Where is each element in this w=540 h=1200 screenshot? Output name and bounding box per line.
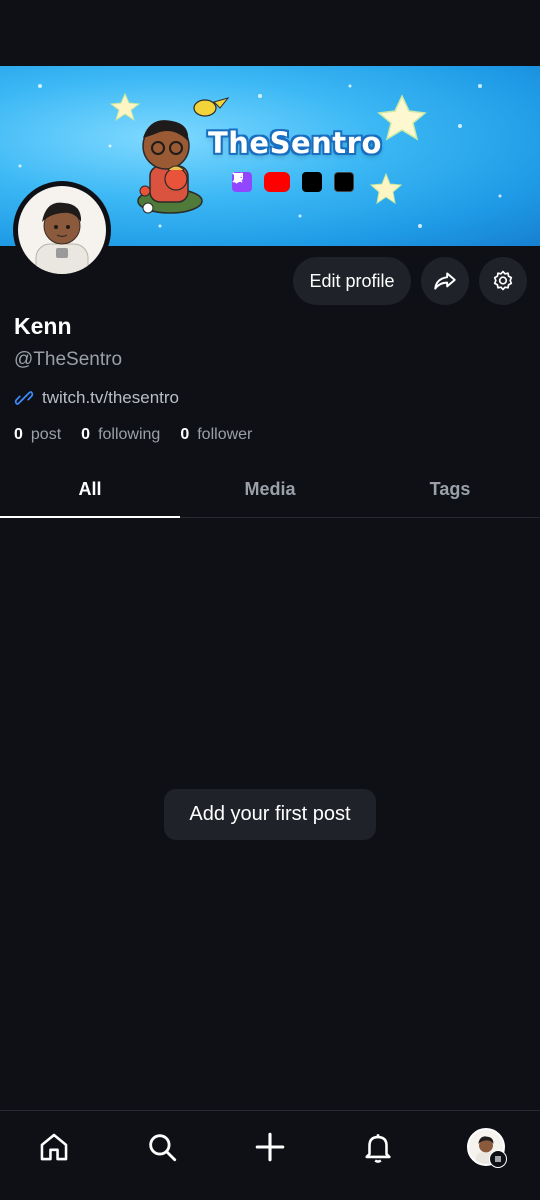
nav-search[interactable] bbox=[135, 1119, 189, 1175]
stat-followers-count: 0 bbox=[180, 426, 190, 443]
stat-posts[interactable]: 0 post bbox=[14, 426, 61, 444]
plus-icon bbox=[255, 1132, 285, 1162]
profile-link[interactable]: twitch.tv/thesentro bbox=[14, 388, 179, 408]
share-icon bbox=[434, 272, 456, 290]
nav-home[interactable] bbox=[27, 1119, 81, 1175]
nav-profile[interactable] bbox=[459, 1119, 513, 1175]
stat-posts-label: post bbox=[30, 426, 62, 443]
stat-following-label: following bbox=[98, 426, 161, 443]
youtube-icon bbox=[234, 172, 290, 192]
bell-icon bbox=[365, 1134, 391, 1163]
bottom-nav bbox=[0, 1110, 540, 1200]
tab-tags[interactable]: Tags bbox=[360, 462, 540, 517]
menu-badge-icon bbox=[489, 1150, 507, 1168]
stat-followers[interactable]: 0 follower bbox=[180, 426, 252, 444]
stat-following-count: 0 bbox=[81, 426, 91, 443]
search-icon bbox=[149, 1134, 177, 1162]
gear-icon bbox=[493, 270, 513, 291]
banner-title: TheSentro bbox=[208, 126, 382, 160]
nav-notifications[interactable] bbox=[351, 1119, 405, 1175]
link-icon bbox=[14, 391, 34, 405]
profile-name: Kenn bbox=[14, 313, 72, 339]
profile-link-text: twitch.tv/thesentro bbox=[42, 388, 180, 407]
avatar bbox=[467, 1128, 507, 1168]
stat-posts-count: 0 bbox=[14, 426, 23, 443]
profile-tabs: All Media Tags bbox=[0, 462, 540, 518]
tab-media[interactable]: Media bbox=[180, 462, 360, 517]
profile-handle: @TheSentro bbox=[14, 349, 123, 370]
profile-screen: TheSentro Edit profile Kenn @TheSentro t… bbox=[0, 0, 540, 1200]
x-icon bbox=[232, 172, 354, 192]
home-icon bbox=[40, 1133, 68, 1161]
banner-social-icons bbox=[232, 172, 354, 192]
edit-profile-button[interactable]: Edit profile bbox=[293, 257, 411, 305]
tiktok-icon bbox=[234, 172, 322, 192]
profile-avatar[interactable] bbox=[13, 181, 111, 279]
stat-followers-label: follower bbox=[197, 426, 253, 443]
status-bar bbox=[0, 0, 540, 66]
tab-all[interactable]: All bbox=[0, 462, 180, 518]
stat-following[interactable]: 0 following bbox=[81, 426, 160, 444]
share-button[interactable] bbox=[421, 257, 469, 305]
add-first-post-button[interactable]: Add your first post bbox=[164, 789, 376, 840]
settings-button[interactable] bbox=[479, 257, 527, 305]
nav-create[interactable] bbox=[243, 1119, 297, 1175]
avatar-image bbox=[18, 186, 106, 274]
profile-stats: 0 post 0 following 0 follower bbox=[14, 426, 272, 444]
